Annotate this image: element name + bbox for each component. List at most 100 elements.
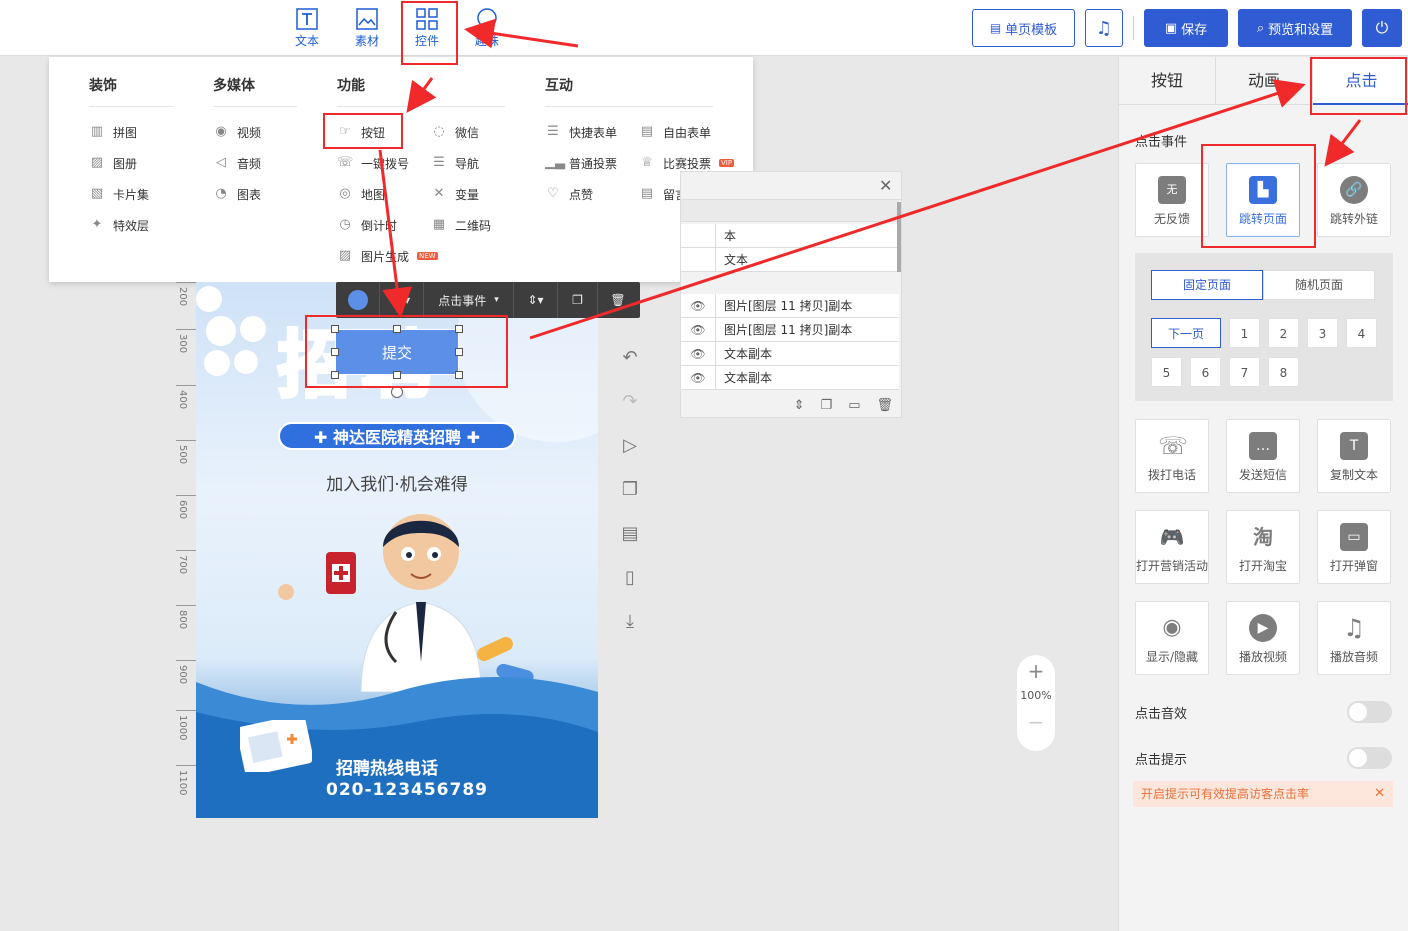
phone-icon: ☏	[337, 155, 354, 170]
layer-scrollbar[interactable]	[897, 202, 901, 272]
close-icon[interactable]: ✕	[1374, 781, 1385, 807]
dropdown-item-wechat[interactable]: ◌ 微信	[431, 122, 479, 142]
card-label: 播放音频	[1329, 650, 1378, 664]
id-card-illustration	[240, 720, 312, 772]
page-number[interactable]: 1	[1229, 318, 1260, 348]
tab-button[interactable]: 按钮	[1119, 57, 1216, 105]
zoom-in-button[interactable]: +	[1017, 659, 1055, 683]
close-icon[interactable]: ✕	[879, 176, 892, 195]
dropdown-item-vote[interactable]: ▁▃ 普通投票	[545, 153, 617, 173]
action-show-hide[interactable]: ◉ 显示/隐藏	[1135, 601, 1209, 675]
dropdown-item-countdown[interactable]: ◷ 倒计时	[337, 215, 397, 235]
layer-row[interactable]: 本	[681, 223, 899, 248]
eye-icon[interactable]: 👁	[681, 347, 715, 361]
power-button[interactable]: ⏻	[1362, 9, 1402, 47]
eye-icon[interactable]: 👁	[681, 371, 715, 385]
layer-row[interactable]: 文本	[681, 247, 899, 272]
dropdown-item-puzzle[interactable]: ▥ 拼图	[89, 122, 137, 142]
music-button[interactable]: ♫	[1085, 9, 1123, 47]
redo-icon[interactable]: ↷	[620, 392, 640, 412]
dropdown-item-quick-form[interactable]: ☰ 快捷表单	[545, 122, 617, 142]
tool-text[interactable]: 文本	[283, 6, 331, 52]
action-play-video[interactable]: ▶ 播放视频	[1226, 601, 1300, 675]
dropdown-item-free-form[interactable]: ▤ 自由表单	[639, 122, 711, 142]
layer-row[interactable]: 👁 图片[图层 11 拷贝]副本	[681, 317, 899, 342]
gamepad-icon: 🎮	[1159, 525, 1185, 549]
page-number[interactable]: 8	[1268, 357, 1299, 387]
ruler-tick: 500	[176, 440, 196, 464]
dropdown-item-qrcode[interactable]: ▦ 二维码	[431, 215, 491, 235]
delete-button[interactable]: 🗑	[598, 282, 638, 318]
save-button[interactable]: ▣ 保存	[1144, 9, 1228, 47]
color-picker[interactable]	[336, 282, 380, 318]
dropdown-item-cardset[interactable]: ▧ 卡片集	[89, 184, 149, 204]
dropdown-item-chart[interactable]: ◔ 图表	[213, 184, 261, 204]
play-icon[interactable]: ▷	[620, 436, 640, 456]
layer-row[interactable]: 👁 文本副本	[681, 341, 899, 366]
free-form-icon: ▤	[640, 124, 654, 139]
action-copy-text[interactable]: T 复制文本	[1317, 419, 1391, 493]
page-number[interactable]: 6	[1190, 357, 1221, 387]
action-play-audio[interactable]: ♫ 播放音频	[1317, 601, 1391, 675]
save-icon: ▣	[1164, 20, 1178, 36]
layer-row[interactable]: 👁 图片[图层 11 拷贝]副本	[681, 293, 899, 318]
action-send-sms[interactable]: … 发送短信	[1226, 419, 1300, 493]
mode-random-page[interactable]: 随机页面	[1263, 270, 1375, 300]
trash-icon[interactable]: 🗑	[876, 398, 893, 413]
page-number[interactable]: 5	[1151, 357, 1182, 387]
layer-row[interactable]: 👁 文本副本	[681, 365, 899, 390]
event-no-feedback[interactable]: 无 无反馈	[1135, 163, 1209, 237]
layer-panel: ✕ 本 文本 👁 图片[图层 11 拷贝]副本 👁 图片[图层 11 拷贝]副本 👁…	[680, 171, 902, 418]
eye-icon[interactable]: 👁	[681, 299, 715, 313]
mobile-icon[interactable]: ▯	[620, 568, 640, 588]
eye-icon[interactable]: 👁	[681, 323, 715, 337]
mode-fixed-page[interactable]: 固定页面	[1151, 270, 1263, 300]
tool-fun[interactable]: 趣味	[463, 6, 511, 52]
zoom-out-button[interactable]: −	[1017, 710, 1055, 734]
ruler-tick: 900	[176, 660, 196, 684]
tool-material[interactable]: 素材	[343, 6, 391, 52]
dropdown-item-variable[interactable]: ✕ 变量	[431, 184, 479, 204]
dropdown-item-image-gen[interactable]: ▨ 图片生成 NEW	[337, 246, 438, 266]
dropdown-item-effect[interactable]: ✦ 特效层	[89, 215, 149, 235]
page-number[interactable]: 3	[1307, 318, 1338, 348]
click-event-dropdown[interactable]: 点击事件 ▾	[424, 282, 514, 318]
align-dropdown[interactable]: ⇕▾	[514, 282, 558, 318]
tab-animation[interactable]: 动画	[1216, 57, 1313, 105]
dropdown-item-video[interactable]: ◉ 视频	[213, 122, 261, 142]
action-open-taobao[interactable]: 淘打开淘宝	[1226, 510, 1300, 584]
event-external-link[interactable]: 🔗 跳转外链	[1317, 163, 1391, 237]
dropdown-item-contest-vote[interactable]: ♕ 比赛投票 VIP	[639, 153, 735, 173]
layers-icon[interactable]: ❐	[620, 480, 640, 500]
click-sound-toggle[interactable]	[1347, 701, 1392, 723]
film-icon[interactable]: ▤	[620, 524, 640, 544]
card-label: 发送短信	[1238, 468, 1287, 482]
dropdown-item-audio[interactable]: ◁ 音频	[213, 153, 261, 173]
download-icon[interactable]: ⤓	[620, 612, 640, 632]
undo-icon[interactable]: ↶	[620, 348, 640, 368]
item-label: 比赛投票	[663, 156, 712, 171]
dropdown-item-nav[interactable]: ☰ 导航	[431, 153, 479, 173]
folder-icon[interactable]: ▭	[848, 398, 860, 413]
map-pin-icon: ◎	[339, 186, 351, 201]
page-number[interactable]: 7	[1229, 357, 1260, 387]
action-open-popup[interactable]: ▭ 打开弹窗	[1317, 510, 1391, 584]
action-call-phone[interactable]: ☏ 拨打电话	[1135, 419, 1209, 493]
click-tip-toggle[interactable]	[1347, 747, 1392, 769]
preview-settings-button[interactable]: ⌕ 预览和设置	[1238, 9, 1352, 47]
page-number[interactable]: 2	[1268, 318, 1299, 348]
page-number[interactable]: 4	[1346, 318, 1377, 348]
single-page-template-button[interactable]: ▤ 单页模板	[972, 9, 1075, 47]
click-sound-label: 点击音效	[1135, 707, 1188, 722]
dropdown-item-album[interactable]: ▨ 图册	[89, 153, 137, 173]
copy-button[interactable]: ❐	[558, 282, 598, 318]
dropdown-item-dial[interactable]: ☏ 一键拨号	[337, 153, 409, 173]
vip-badge: VIP	[719, 159, 735, 167]
align-icon[interactable]: ⇕	[794, 398, 805, 413]
dropdown-item-map[interactable]: ◎ 地图	[337, 184, 385, 204]
dropdown-item-like[interactable]: ♡ 点赞	[545, 184, 593, 204]
page-next[interactable]: 下一页	[1151, 318, 1221, 348]
style-dropdown[interactable]: ◫▾	[380, 282, 424, 318]
action-open-campaign[interactable]: 🎮 打开营销活动	[1135, 510, 1209, 584]
copy-icon[interactable]: ❐	[821, 398, 833, 413]
